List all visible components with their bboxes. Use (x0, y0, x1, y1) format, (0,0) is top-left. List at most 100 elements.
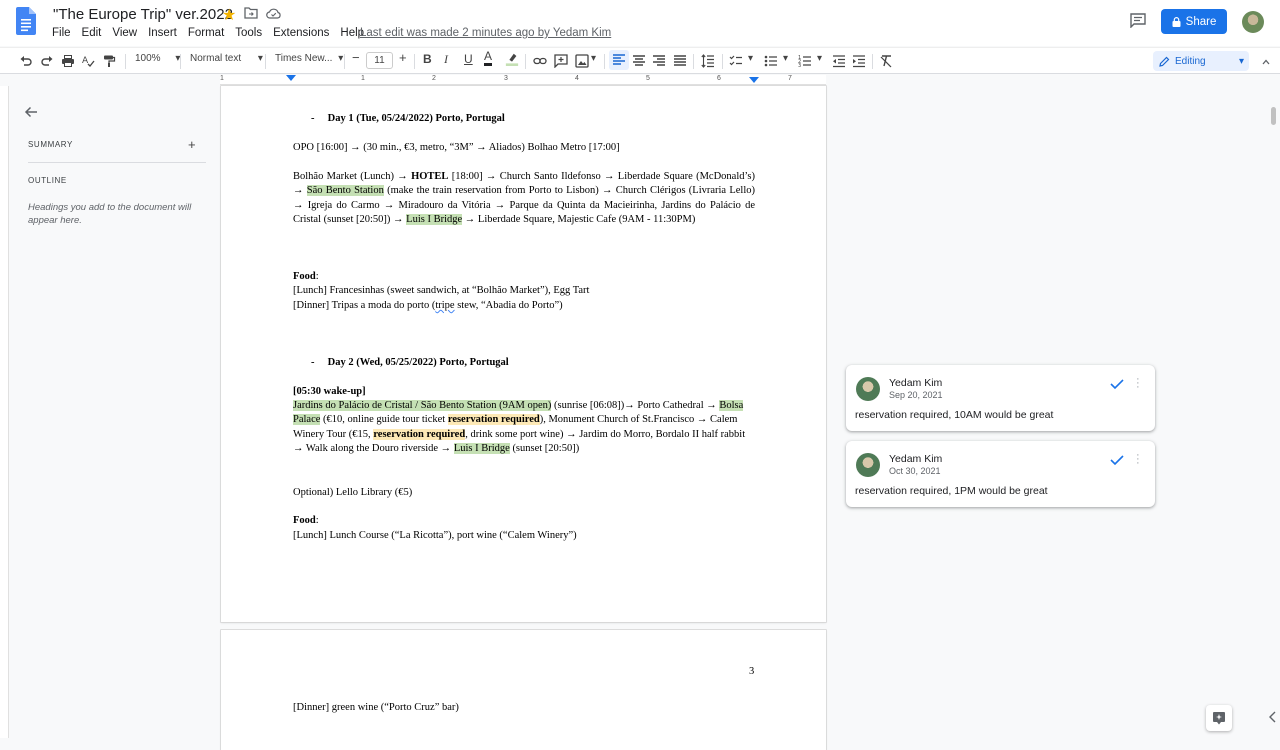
menu-format[interactable]: Format (188, 27, 224, 39)
chevron-down-icon[interactable]: ▾ (817, 53, 822, 64)
day2-heading[interactable]: - Day 2 (Wed, 05/25/2022) Porto, Portuga… (311, 356, 773, 370)
menu-view[interactable]: View (112, 27, 137, 39)
bold-icon[interactable]: B (423, 52, 432, 66)
horizontal-ruler[interactable]: 1 1 2 3 4 5 6 7 (220, 75, 826, 85)
day1-dinner[interactable]: [Dinner] Tripas a moda do porto (tripe s… (293, 299, 755, 313)
numbered-list-icon[interactable]: 123 (798, 54, 812, 68)
font-size-input[interactable]: 11 (366, 52, 393, 69)
chevron-down-icon[interactable]: ▾ (591, 53, 596, 64)
spellcheck-icon[interactable]: A (81, 54, 95, 68)
increase-indent-icon[interactable] (852, 54, 866, 68)
paint-format-icon[interactable] (102, 54, 116, 68)
day1-transit[interactable]: OPO [16:00] → (30 min., €3, metro, “3M” … (293, 141, 755, 155)
menu-tools[interactable]: Tools (235, 27, 262, 39)
print-icon[interactable] (61, 54, 75, 68)
toolbar-divider (872, 54, 873, 69)
day2-dinner[interactable]: [Dinner] green wine (“Porto Cruz” bar) (293, 701, 755, 715)
highlight-jardins[interactable]: Jardins do Palácio de Cristal / São Bent… (293, 400, 552, 411)
document-title[interactable]: "The Europe Trip" ver.2022 (53, 6, 233, 23)
outline-hint-text: Headings you add to the document will ap… (28, 202, 192, 226)
line-spacing-icon[interactable] (701, 54, 715, 68)
more-options-icon[interactable]: · · · (1136, 374, 1140, 393)
align-center-icon[interactable] (632, 54, 646, 68)
comment-card[interactable]: Yedam Kim Sep 20, 2021 · · · reservation r… (846, 365, 1155, 431)
outline-divider (28, 162, 206, 163)
paragraph-style-select[interactable]: Normal text ▾ (190, 53, 263, 64)
comment-anchor-reservation-2[interactable]: reservation required (373, 428, 466, 440)
scrollbar-thumb[interactable] (1271, 107, 1276, 125)
explore-button[interactable] (1206, 705, 1232, 731)
share-button[interactable]: Share (1161, 9, 1227, 34)
day1-route[interactable]: Bolhão Market (Lunch) → HOTEL [18:00] → … (293, 170, 755, 228)
day2-route[interactable]: Jardins do Palácio de Cristal / São Bent… (293, 399, 755, 457)
optional-item[interactable]: Optional) Lello Library (€5) (293, 486, 755, 500)
docs-logo-icon[interactable] (16, 7, 36, 35)
resolve-check-icon[interactable] (1110, 454, 1124, 466)
right-indent-marker-icon[interactable] (749, 75, 759, 83)
font-family-select[interactable]: Times New... ▾ (275, 53, 343, 64)
last-edit-link[interactable]: Last edit was made 2 minutes ago by Yeda… (360, 27, 611, 39)
food-label[interactable]: Food: (293, 270, 755, 284)
italic-icon[interactable]: I (444, 52, 448, 67)
star-icon[interactable]: ★ (222, 5, 236, 25)
ruler-tick: 5 (646, 75, 650, 82)
highlight-luis-bridge[interactable]: Luis I Bridge (406, 214, 463, 226)
align-left-icon (613, 54, 625, 65)
document-page[interactable]: 3 [Dinner] green wine (“Porto Cruz” bar) (221, 630, 826, 750)
collapse-menus-icon[interactable] (1262, 58, 1270, 66)
account-avatar[interactable] (1242, 11, 1264, 33)
underline-icon[interactable]: U (464, 52, 473, 66)
checklist-icon[interactable] (729, 54, 743, 68)
menu-insert[interactable]: Insert (148, 27, 177, 39)
text-color-icon[interactable]: A (484, 50, 493, 66)
clear-formatting-icon[interactable] (879, 54, 893, 68)
cloud-saved-icon[interactable] (266, 8, 281, 19)
insert-image-icon[interactable] (575, 54, 589, 68)
chevron-down-icon[interactable]: ▾ (783, 53, 788, 64)
bulleted-list-icon[interactable] (764, 54, 778, 68)
font-value: Times New... (275, 53, 333, 64)
align-justify-icon[interactable] (673, 54, 687, 68)
move-folder-icon[interactable] (244, 7, 258, 19)
highlight-sao-bento[interactable]: São Bento Station (306, 185, 384, 197)
align-left-button[interactable] (609, 50, 629, 70)
menu-file[interactable]: File (52, 27, 71, 39)
chevron-down-icon: ▾ (1238, 55, 1244, 67)
add-summary-icon[interactable]: + (188, 137, 196, 152)
document-page[interactable]: - Day 1 (Tue, 05/24/2022) Porto, Portuga… (221, 86, 826, 622)
comment-card[interactable]: Yedam Kim Oct 30, 2021 · · · reservation r… (846, 441, 1155, 507)
food-label[interactable]: Food: (293, 514, 755, 528)
text-run: (sunset [20:50]) (509, 443, 580, 455)
align-right-icon[interactable] (652, 54, 666, 68)
chevron-down-icon[interactable]: ▾ (748, 53, 753, 64)
more-options-icon[interactable]: · · · (1136, 450, 1140, 469)
font-size-decrease-button[interactable]: − (352, 50, 360, 65)
left-indent-marker-icon[interactable] (286, 75, 296, 82)
day2-lunch[interactable]: [Lunch] Lunch Course (“La Ricotta”), por… (293, 529, 755, 543)
add-comment-icon[interactable] (554, 54, 568, 68)
toolbar-divider (414, 54, 415, 69)
menu-edit[interactable]: Edit (82, 27, 102, 39)
ruler-tick: 4 (575, 75, 579, 82)
link-icon[interactable] (533, 54, 547, 68)
font-size-increase-button[interactable]: + (399, 50, 407, 65)
zoom-value: 100% (135, 53, 161, 64)
day1-lunch[interactable]: [Lunch] Francesinhas (sweet sandwich, at… (293, 284, 755, 298)
menu-extensions[interactable]: Extensions (273, 27, 329, 39)
editing-mode-select[interactable]: Editing ▾ (1153, 51, 1249, 71)
day2-wake[interactable]: [05:30 wake-up] (293, 385, 755, 399)
day1-heading[interactable]: - Day 1 (Tue, 05/24/2022) Porto, Portuga… (311, 112, 773, 126)
highlight-luis-bridge[interactable]: Luis I Bridge (453, 443, 510, 455)
ruler-tick: 6 (717, 75, 721, 82)
decrease-indent-icon[interactable] (832, 54, 846, 68)
spelling-suggestion[interactable]: tripe (435, 300, 454, 311)
comment-anchor-reservation-1[interactable]: reservation required (447, 414, 540, 426)
side-panel-toggle-icon[interactable] (1268, 710, 1278, 724)
zoom-select[interactable]: 100% ▾ (135, 53, 180, 64)
back-arrow-icon[interactable] (24, 106, 38, 118)
resolve-check-icon[interactable] (1110, 378, 1124, 390)
highlight-color-icon[interactable] (505, 52, 519, 66)
undo-icon[interactable] (19, 54, 33, 68)
comment-history-icon[interactable] (1130, 13, 1146, 28)
redo-icon[interactable] (40, 54, 54, 68)
